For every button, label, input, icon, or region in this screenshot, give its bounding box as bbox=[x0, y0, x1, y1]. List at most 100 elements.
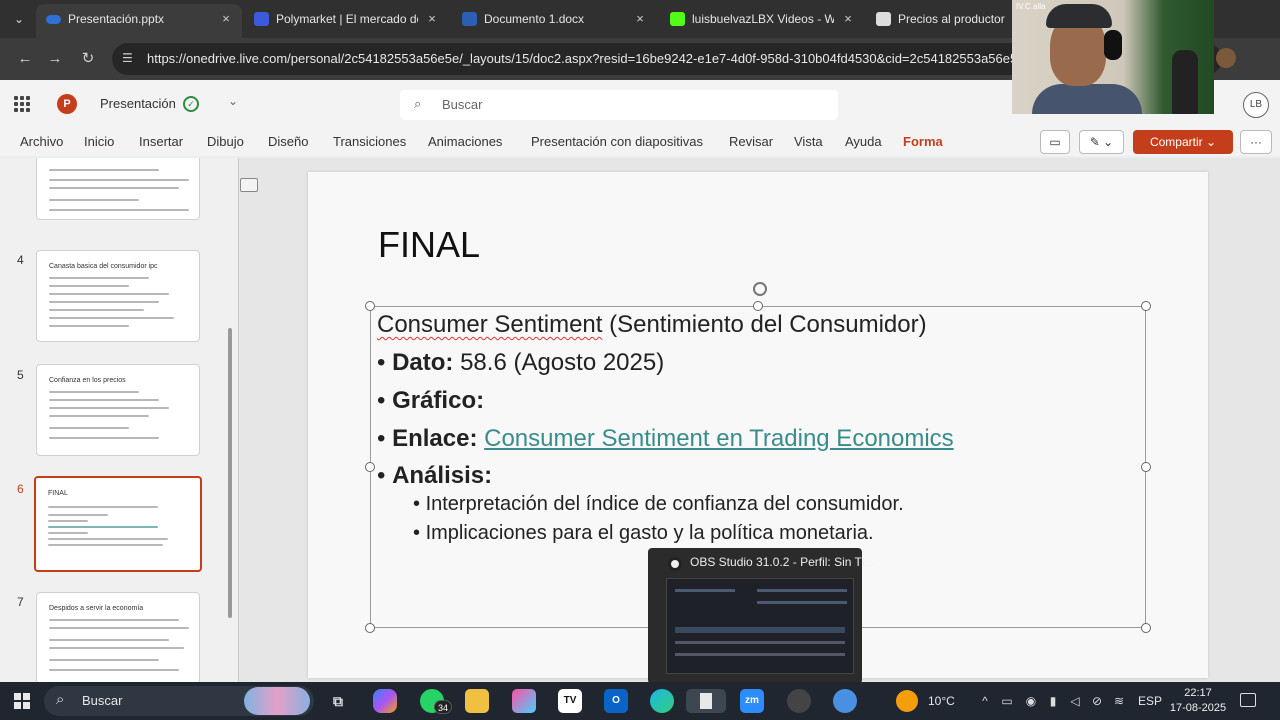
tab-dibujo[interactable]: Dibujo bbox=[207, 134, 244, 149]
sub-bullet-implicaciones[interactable]: • Implicaciones para el gasto y la polít… bbox=[413, 522, 874, 545]
forward-arrow-icon[interactable]: → bbox=[44, 48, 66, 70]
thumb-line bbox=[49, 187, 179, 189]
recording-app-icon[interactable] bbox=[787, 689, 811, 713]
more-options-icon[interactable]: ··· bbox=[1240, 130, 1272, 154]
app-search-input[interactable]: ⌕ Buscar bbox=[400, 90, 838, 120]
slide-thumbnail-4[interactable]: Canasta basica del consumidor ipc bbox=[36, 250, 200, 342]
obs-window-preview[interactable]: OBS Studio 31.0.2 - Perfil: Sin Tí... bbox=[648, 548, 875, 684]
editing-mode-icon[interactable]: ✎ ⌄ bbox=[1079, 130, 1124, 154]
app-launcher-icon[interactable] bbox=[14, 96, 30, 112]
whatsapp-badge: 34 bbox=[434, 700, 453, 714]
textbox-heading[interactable]: Consumer Sentiment (Sentimiento del Cons… bbox=[377, 311, 927, 339]
tab-transiciones[interactable]: Transiciones bbox=[333, 134, 406, 149]
close-tab-icon[interactable]: × bbox=[424, 4, 440, 34]
resize-handle-sw[interactable] bbox=[365, 623, 375, 633]
bullet-analisis[interactable]: • Análisis: bbox=[377, 462, 492, 490]
thumbnail-scrollbar[interactable] bbox=[228, 328, 232, 618]
document-name[interactable]: Presentación bbox=[100, 96, 176, 111]
meet-app-icon[interactable] bbox=[833, 689, 857, 713]
resize-handle-se[interactable] bbox=[1141, 623, 1151, 633]
tab-search-chevron-icon[interactable]: ⌄ bbox=[8, 8, 30, 30]
rotate-handle-icon[interactable] bbox=[753, 282, 767, 296]
tab-vista[interactable]: Vista bbox=[794, 134, 823, 149]
tab-presentacion-con-diapositivas[interactable]: Presentación con diapositivas bbox=[531, 134, 703, 149]
tab-ayuda[interactable]: Ayuda bbox=[845, 134, 882, 149]
resize-handle-e[interactable] bbox=[1141, 462, 1151, 472]
reload-icon[interactable]: ↻ bbox=[77, 48, 99, 70]
close-tab-icon[interactable]: × bbox=[840, 4, 856, 34]
browser-tab-documento[interactable]: Documento 1.docx × bbox=[452, 4, 656, 34]
tab-inicio[interactable]: Inicio bbox=[84, 134, 114, 149]
tab-archivo[interactable]: Archivo bbox=[20, 134, 63, 149]
bullet-text: 58.6 (Agosto 2025) bbox=[453, 349, 665, 376]
wifi-icon[interactable]: ≋ bbox=[1112, 694, 1126, 708]
thumb-line bbox=[49, 209, 189, 211]
obs-icon bbox=[668, 557, 682, 571]
polymarket-icon bbox=[254, 12, 269, 26]
bullet-grafico[interactable]: • Gráfico: bbox=[377, 387, 484, 415]
resize-handle-ne[interactable] bbox=[1141, 301, 1151, 311]
zoom-icon[interactable]: zm bbox=[740, 689, 764, 713]
slide-thumbnail-5[interactable]: Confianza en los precios bbox=[36, 364, 200, 456]
task-view-icon[interactable]: ⧉ bbox=[326, 689, 350, 713]
language-indicator[interactable]: ESP bbox=[1138, 682, 1162, 720]
comments-icon[interactable]: ▭ bbox=[1040, 130, 1070, 154]
browser-tab-polymarket[interactable]: Polymarket | El mercado de predicc × bbox=[244, 4, 448, 34]
thumb-line bbox=[49, 669, 179, 671]
sub-bullet-interpretacion[interactable]: • Interpretación del índice de confianza… bbox=[413, 493, 904, 516]
tray-app-icon[interactable]: ◉ bbox=[1024, 694, 1038, 708]
bullet-enlace[interactable]: • Enlace: Consumer Sentiment en Trading … bbox=[377, 425, 954, 453]
slide-title[interactable]: FINAL bbox=[378, 224, 480, 266]
tab-diseno[interactable]: Diseño bbox=[268, 134, 308, 149]
site-info-icon[interactable]: ☰ bbox=[122, 51, 136, 65]
thumb-line bbox=[49, 639, 169, 641]
browser-tab-precios[interactable]: Precios al productor de bbox=[866, 4, 1012, 34]
tray-app-icon[interactable]: ▭ bbox=[1000, 694, 1014, 708]
notifications-icon[interactable] bbox=[1240, 693, 1256, 707]
tab-forma[interactable]: Forma bbox=[903, 134, 943, 149]
windows-start-icon[interactable] bbox=[14, 693, 30, 709]
taskbar-search[interactable]: ⌕ Buscar bbox=[44, 686, 314, 716]
thumb-line bbox=[48, 538, 168, 540]
slide-thumbnail-7[interactable]: Despidos a servir la economía bbox=[36, 592, 200, 682]
close-tab-icon[interactable]: × bbox=[632, 4, 648, 34]
file-explorer-icon[interactable] bbox=[465, 689, 489, 713]
tab-insertar[interactable]: Insertar bbox=[139, 134, 183, 149]
edge-icon[interactable] bbox=[650, 689, 674, 713]
browser-profile-avatar[interactable] bbox=[1216, 48, 1236, 68]
trading-economics-link[interactable]: Consumer Sentiment en Trading Economics bbox=[484, 425, 954, 452]
chevron-down-icon[interactable]: ⌄ bbox=[228, 94, 238, 108]
tab-animaciones[interactable]: Animaciones bbox=[428, 134, 502, 149]
tradingview-icon[interactable]: TV bbox=[558, 689, 582, 713]
webcam-person-body bbox=[1032, 84, 1142, 114]
chevron-up-icon[interactable]: ^ bbox=[978, 694, 992, 708]
temperature[interactable]: 10°C bbox=[928, 682, 955, 720]
store-icon[interactable] bbox=[512, 689, 536, 713]
thumb-line bbox=[49, 391, 139, 393]
resize-handle-n[interactable] bbox=[753, 301, 763, 311]
browser-tab-kick[interactable]: luisbuelvazLBX Videos - Watch × bbox=[660, 4, 864, 34]
back-arrow-icon[interactable]: ← bbox=[14, 48, 36, 70]
thumb-line bbox=[49, 619, 179, 621]
mic-icon[interactable]: ▮ bbox=[1046, 694, 1060, 708]
share-button[interactable]: Compartir ⌄ bbox=[1133, 130, 1233, 154]
tab-revisar[interactable]: Revisar bbox=[729, 134, 773, 149]
resize-handle-nw[interactable] bbox=[365, 301, 375, 311]
bullet-label: Dato: bbox=[392, 349, 454, 376]
network-icon[interactable]: ⊘ bbox=[1090, 694, 1104, 708]
slide-thumbnail-3[interactable] bbox=[36, 158, 200, 220]
copilot-icon[interactable] bbox=[373, 689, 397, 713]
close-tab-icon[interactable]: × bbox=[218, 4, 234, 34]
user-avatar[interactable]: LB bbox=[1243, 92, 1269, 118]
resize-handle-w[interactable] bbox=[365, 462, 375, 472]
search-highlight-art bbox=[244, 687, 310, 715]
weather-icon[interactable] bbox=[896, 690, 918, 712]
volume-icon[interactable]: ◁ bbox=[1068, 694, 1082, 708]
system-clock[interactable]: 22:17 17-08-2025 bbox=[1168, 686, 1228, 716]
bullet-dato[interactable]: • Dato: 58.6 (Agosto 2025) bbox=[377, 349, 664, 377]
collapse-pane-icon[interactable] bbox=[240, 178, 258, 192]
outlook-icon[interactable]: O bbox=[604, 689, 628, 713]
browser-tab-presentacion[interactable]: Presentación.pptx × bbox=[36, 4, 242, 38]
slide-thumbnail-6[interactable]: FINAL bbox=[34, 476, 202, 572]
obs-taskbar-button[interactable] bbox=[686, 689, 726, 713]
